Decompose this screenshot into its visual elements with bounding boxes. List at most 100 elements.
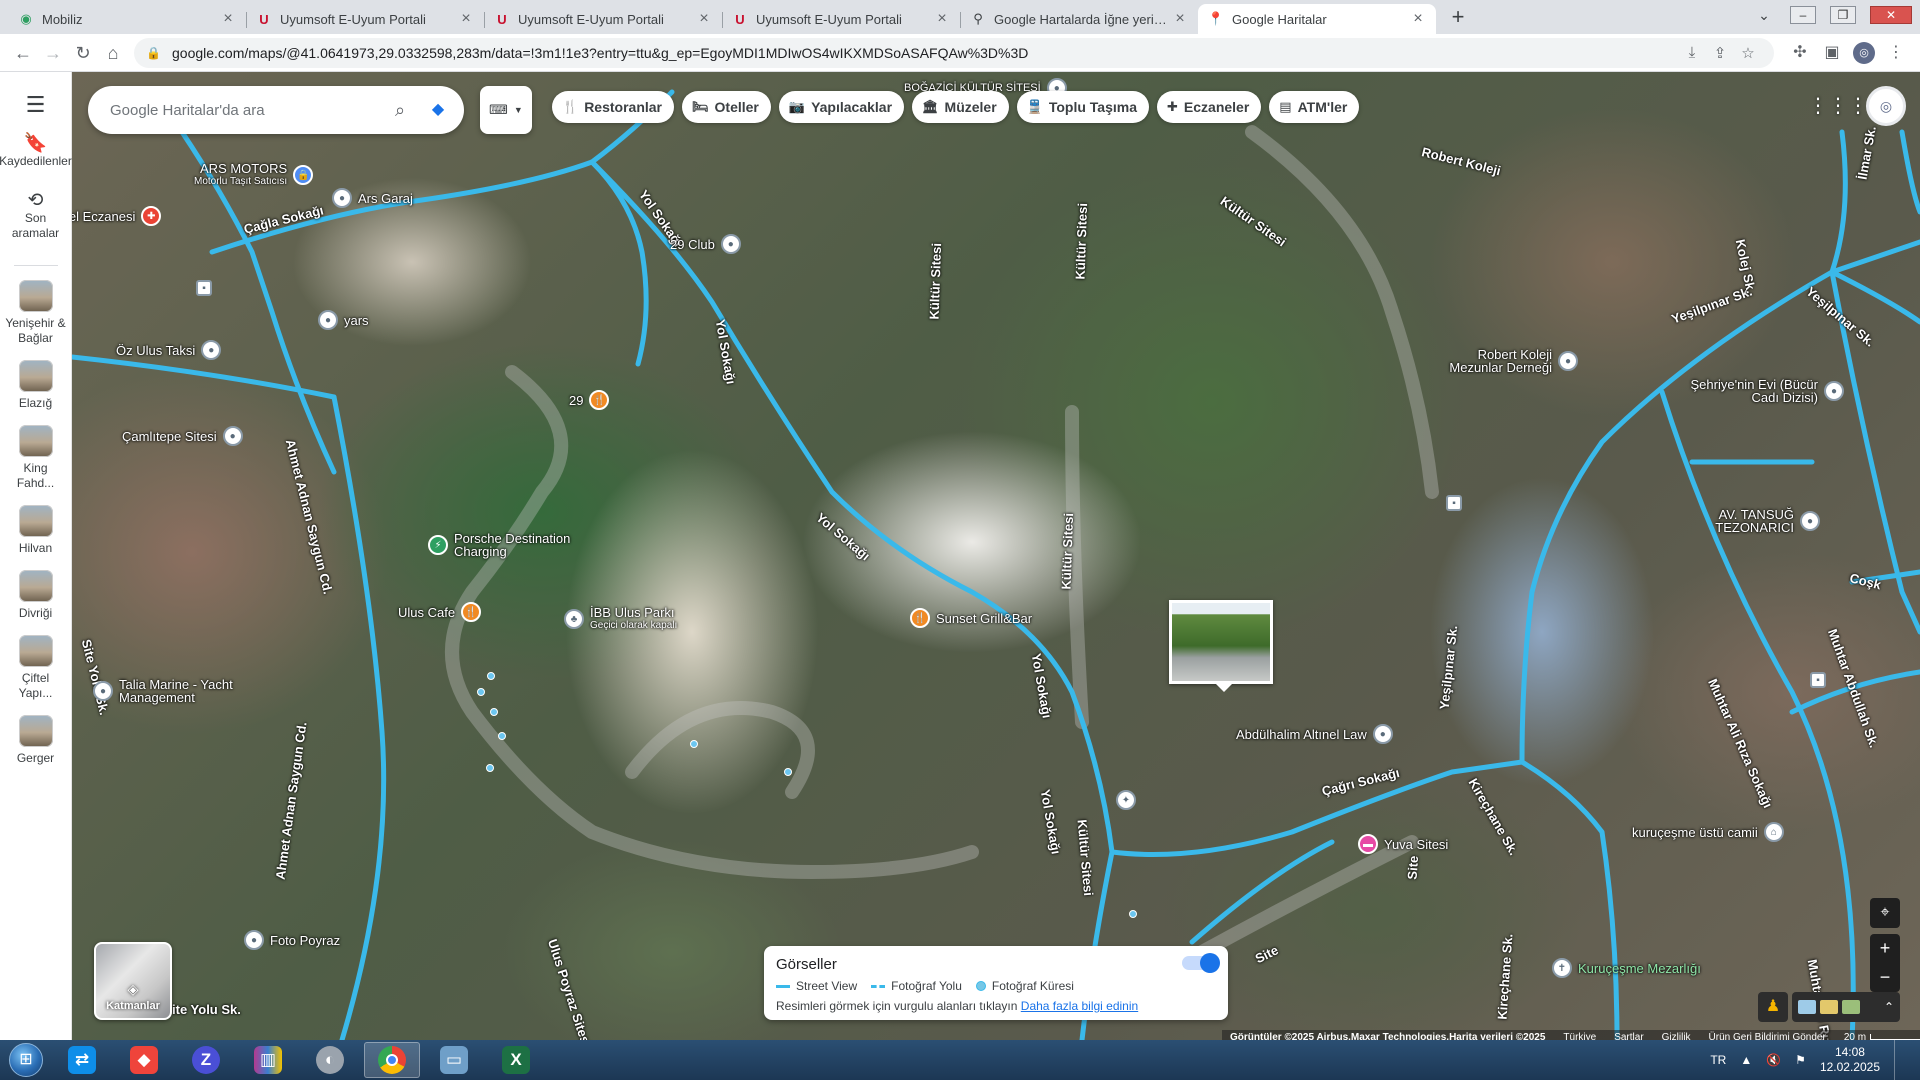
recent-place-item[interactable]: Yenişehir & Bağlar — [4, 280, 68, 346]
bus-stop-marker[interactable]: ▪ — [196, 280, 212, 296]
start-button[interactable]: ⊞ — [4, 1040, 48, 1080]
poi-ars-motors[interactable]: 🔒 ARS MOTORS Motorlu Taşıt Satıcısı — [194, 162, 314, 188]
taskbar-mozilla[interactable]: ◐ — [302, 1042, 358, 1078]
bus-stop-marker[interactable]: ▪ — [1446, 495, 1462, 511]
attribution-link[interactable]: Gizlilik — [1662, 1032, 1691, 1041]
attribution-link[interactable]: Ürün Geri Bildirimi Gönder — [1709, 1032, 1826, 1041]
url-text[interactable]: google.com/maps/@41.0641973,29.0332598,2… — [172, 45, 1678, 61]
lock-icon[interactable]: 🔒 — [146, 46, 162, 60]
hamburger-menu-icon[interactable]: ☰ — [26, 92, 46, 118]
bookmark-star-icon[interactable]: ☆ — [1734, 44, 1762, 62]
learn-more-link[interactable]: Daha fazla bilgi edinin — [1021, 999, 1138, 1013]
expand-icon[interactable]: ⌃ — [1884, 1000, 1894, 1014]
saved-button[interactable]: 🔖 Kaydedilenler — [0, 134, 72, 169]
recent-place-item[interactable]: King Fahd... — [4, 425, 68, 491]
layer-thumb[interactable] — [1842, 1000, 1860, 1014]
taskbar-explorer[interactable]: ▭ — [426, 1042, 482, 1078]
close-tab-icon[interactable]: × — [1172, 11, 1188, 27]
search-input[interactable] — [110, 101, 380, 119]
bus-stop-marker[interactable]: ▪ — [1810, 672, 1826, 688]
tab-uyumsoft-3[interactable]: U Uyumsoft E-Uyum Portali × — [722, 4, 960, 34]
input-tools-button[interactable]: ⌨ ▼ — [480, 86, 532, 134]
account-avatar[interactable]: ◎ — [1866, 86, 1906, 126]
poi-sunset-grill[interactable]: 🍴 Sunset Grill&Bar — [910, 608, 1032, 628]
poi-yuva-sitesi[interactable]: ▬ Yuva Sitesi — [1358, 834, 1448, 854]
close-tab-icon[interactable]: × — [1410, 11, 1426, 27]
clock[interactable]: 14:08 12.02.2025 — [1820, 1045, 1880, 1075]
poi-eczane[interactable]: ✚ iel Eczanesi — [72, 206, 162, 226]
install-app-icon[interactable]: ⤓ — [1678, 44, 1706, 61]
poi-29-restaurant[interactable]: 🍴 29 — [569, 390, 610, 410]
poi-robert-koleji-mezunlar[interactable]: ● Robert Koleji Mezunlar Derneği — [1422, 348, 1578, 374]
chip-hotels[interactable]: 🛏 Oteller — [682, 91, 771, 123]
scale-bar[interactable]: 20 m — [1844, 1032, 1920, 1040]
taskbar-zoom[interactable]: Z — [178, 1042, 234, 1078]
poi-porsche-charging[interactable]: ⚡ Porsche Destination Charging — [428, 532, 594, 558]
mini-layers-strip[interactable]: ⌃ — [1792, 992, 1900, 1022]
google-apps-icon[interactable]: ⋮⋮⋮ — [1808, 86, 1868, 126]
taskbar-excel[interactable]: X — [488, 1042, 544, 1078]
layer-thumb[interactable] — [1798, 1000, 1816, 1014]
recent-place-item[interactable]: Elazığ — [4, 360, 68, 411]
pegman-icon[interactable]: ♟ — [1758, 992, 1788, 1022]
share-icon[interactable]: ⇪ — [1706, 44, 1734, 62]
street-view-thumbnail[interactable] — [1169, 600, 1273, 692]
poi-talia-marine[interactable]: ● Talia Marine - Yacht Management — [93, 678, 269, 704]
chip-transit[interactable]: 🚆 Toplu Taşıma — [1016, 91, 1149, 123]
directions-icon[interactable]: ◆ — [420, 92, 456, 128]
close-window-button[interactable]: ✕ — [1870, 6, 1912, 24]
back-icon[interactable]: ← — [8, 38, 38, 68]
zoom-in-button[interactable]: + — [1870, 934, 1900, 963]
recent-place-item[interactable]: Hilvan — [4, 505, 68, 556]
tab-mobiliz[interactable]: ◉ Mobiliz × — [8, 4, 246, 34]
imagery-toggle[interactable] — [1182, 953, 1220, 973]
flag-icon[interactable]: ⚑ — [1795, 1053, 1806, 1067]
search-icon[interactable]: ⌕ — [380, 100, 420, 121]
attribution-link[interactable]: Türkiye — [1563, 1032, 1596, 1041]
poi-av-tansug[interactable]: ● AV. TANSUĞ TEZONARICI — [1684, 508, 1820, 534]
poi-camlitepe-sitesi[interactable]: ● Çamlıtepe Sitesi — [122, 426, 243, 446]
my-location-button[interactable]: ⌖ — [1870, 898, 1900, 928]
photo-sphere-dot[interactable] — [490, 708, 498, 716]
poi-yars[interactable]: ● yars — [318, 310, 369, 330]
side-panel-icon[interactable]: ▣ — [1816, 38, 1848, 68]
tab-article[interactable]: ⚲ Google Hartalarda İğne yerine Çe × — [960, 4, 1198, 34]
layers-button[interactable]: ◈ Katmanlar — [94, 942, 172, 1020]
photo-sphere-dot[interactable] — [1129, 910, 1137, 918]
recent-searches-button[interactable]: ⟲ Son aramalar — [4, 191, 68, 241]
satellite-map[interactable]: Çağla Sokağı Yol Sokağı Yol Sokağı Yol S… — [72, 72, 1920, 1040]
show-desktop-button[interactable] — [1894, 1040, 1904, 1080]
maps-search-box[interactable]: ⌕ ◆ — [88, 86, 464, 134]
new-tab-button[interactable]: + — [1444, 4, 1472, 32]
poi-ibb-ulus-parki[interactable]: ♣ İBB Ulus Parkı Geçici olarak kapalı — [564, 606, 677, 632]
photo-sphere-dot[interactable] — [477, 688, 485, 696]
taskbar-anydesk[interactable]: ◆ — [116, 1042, 172, 1078]
photo-sphere-dot[interactable] — [690, 740, 698, 748]
reload-icon[interactable]: ↻ — [68, 38, 98, 68]
language-indicator[interactable]: TR — [1710, 1053, 1726, 1067]
zoom-out-button[interactable]: − — [1870, 963, 1900, 992]
chip-things-to-do[interactable]: 📷 Yapılacaklar — [778, 91, 905, 123]
address-bar[interactable]: 🔒 google.com/maps/@41.0641973,29.0332598… — [134, 37, 1774, 68]
chip-pharmacies[interactable]: ✚ Eczaneler — [1157, 91, 1262, 123]
layer-thumb[interactable] — [1820, 1000, 1838, 1014]
poi-ulus-cafe[interactable]: 🍴 Ulus Cafe — [398, 602, 482, 622]
poi-29-club[interactable]: ● 29 Club — [670, 234, 741, 254]
maximize-button[interactable]: ❐ — [1830, 6, 1856, 24]
close-tab-icon[interactable]: × — [458, 11, 474, 27]
volume-icon[interactable]: 🔇 — [1766, 1053, 1781, 1067]
tab-uyumsoft-1[interactable]: U Uyumsoft E-Uyum Portali × — [246, 4, 484, 34]
show-hidden-icons[interactable]: ▲ — [1740, 1053, 1752, 1067]
close-tab-icon[interactable]: × — [934, 11, 950, 27]
poi-kurucesme-mezarligi[interactable]: ✝ Kuruçeşme Mezarlığı — [1552, 958, 1701, 978]
school-marker[interactable]: ✦ — [1116, 790, 1136, 810]
poi-foto-poyraz[interactable]: ● Foto Poyraz — [244, 930, 340, 950]
close-tab-icon[interactable]: × — [220, 11, 236, 27]
minimize-button[interactable]: – — [1790, 6, 1816, 24]
taskbar-winrar[interactable]: ▥ — [240, 1042, 296, 1078]
forward-icon[interactable]: → — [38, 38, 68, 68]
poi-sehriyenin-evi[interactable]: ● Şehriye'nin Evi (Bücür Cadı Dizisi) — [1688, 378, 1844, 404]
extensions-icon[interactable]: ✣ — [1784, 38, 1816, 68]
recent-place-item[interactable]: Gerger — [4, 715, 68, 766]
tab-uyumsoft-2[interactable]: U Uyumsoft E-Uyum Portali × — [484, 4, 722, 34]
